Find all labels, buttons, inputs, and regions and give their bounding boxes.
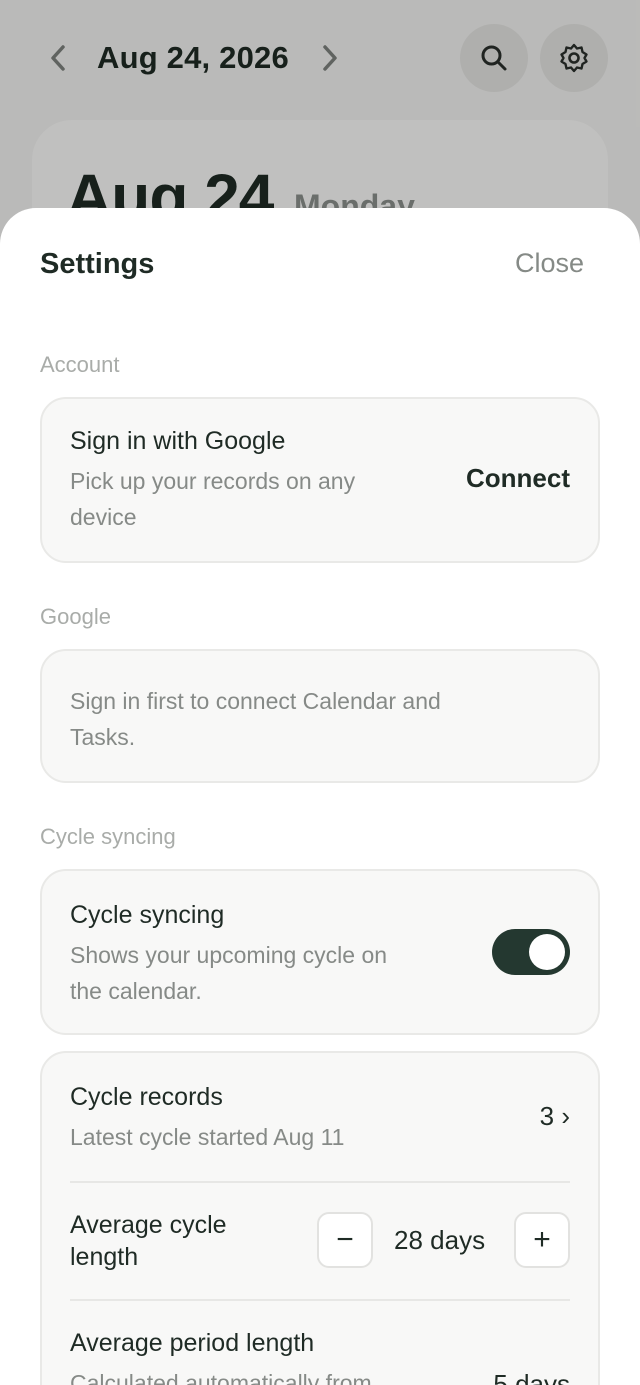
toggle-knob <box>529 934 565 970</box>
close-button[interactable]: Close <box>515 248 584 279</box>
account-card: Sign in with Google Pick up your records… <box>40 397 600 563</box>
cycle-records-subtitle: Latest cycle started Aug 11 <box>70 1124 345 1150</box>
hint-line: Tasks. <box>70 724 136 750</box>
cycle-records-row[interactable]: Cycle records Latest cycle started Aug 1… <box>42 1053 598 1181</box>
subtitle-line: the calendar. <box>70 978 202 1004</box>
google-card: Sign in first to connect Calendar and Ta… <box>40 649 600 783</box>
google-signin-hint: Sign in first to connect Calendar and Ta… <box>70 683 441 755</box>
cycle-records-title: Cycle records <box>70 1083 223 1111</box>
label-line: Average cycle <box>70 1211 227 1239</box>
subtitle-line: Pick up your records on any <box>70 468 356 494</box>
divider <box>70 1181 570 1183</box>
cycle-toggle-card: Cycle syncing Shows your upcoming cycle … <box>40 869 600 1035</box>
decrease-cycle-button[interactable]: − <box>317 1212 373 1268</box>
avg-period-title: Average period length <box>70 1329 315 1357</box>
avg-cycle-label: Average cycle length <box>70 1209 227 1273</box>
sheet-title: Settings <box>40 248 155 280</box>
section-label-account: Account <box>40 352 120 377</box>
cycle-syncing-subtitle: Shows your upcoming cycle on the calenda… <box>70 937 387 1009</box>
divider <box>70 1299 570 1301</box>
app-screen: Aug 24, 2026 Aug 24 Monday Settings Clos… <box>0 0 640 1385</box>
section-label-google: Google <box>40 604 111 629</box>
section-label-cycle: Cycle syncing <box>40 824 176 849</box>
avg-period-subtitle: Calculated automatically from <box>70 1370 372 1385</box>
cycle-syncing-toggle[interactable] <box>492 929 570 975</box>
avg-cycle-value: 28 days <box>394 1225 486 1255</box>
increase-cycle-button[interactable]: + <box>514 1212 570 1268</box>
hint-line: Sign in first to connect Calendar and <box>70 688 441 714</box>
connect-button[interactable]: Connect <box>466 463 570 494</box>
avg-period-value: 5 days <box>493 1369 570 1385</box>
cycle-records-count: 3 › <box>539 1101 570 1131</box>
cycle-details-card: Cycle records Latest cycle started Aug 1… <box>40 1051 600 1385</box>
settings-sheet: Settings Close Account Sign in with Goog… <box>0 208 640 1385</box>
cycle-syncing-title: Cycle syncing <box>70 901 225 929</box>
google-signin-title: Sign in with Google <box>70 427 286 455</box>
subtitle-line: device <box>70 504 137 530</box>
google-signin-subtitle: Pick up your records on any device <box>70 463 355 535</box>
label-line: length <box>70 1243 139 1271</box>
subtitle-line: Shows your upcoming cycle on <box>70 942 388 968</box>
